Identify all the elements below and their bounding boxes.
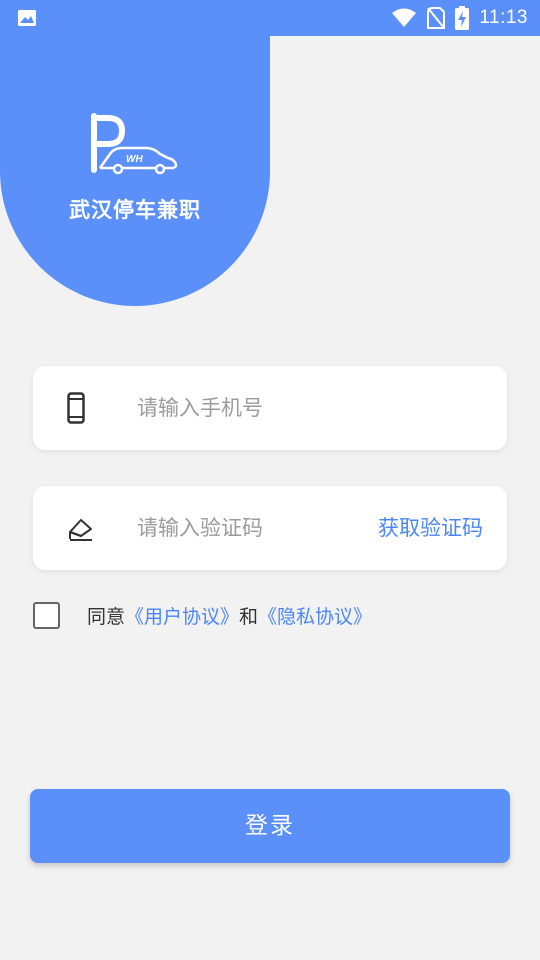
- phone-input[interactable]: [137, 388, 357, 428]
- app-name: 武汉停车兼职: [69, 198, 201, 222]
- agreement-checkbox[interactable]: [33, 601, 60, 629]
- logo-text: WH: [126, 154, 143, 165]
- user-agreement-link[interactable]: 《用户协议》: [125, 606, 239, 628]
- phone-icon: [67, 392, 85, 424]
- wifi-icon: [392, 8, 417, 27]
- battery-charging-icon: [455, 6, 470, 30]
- login-button[interactable]: 登录: [30, 789, 510, 863]
- verification-code-input[interactable]: [137, 508, 357, 548]
- agreement-conjunction: 和: [239, 605, 259, 628]
- login-screen: WH 武汉停车兼职 11:13 请输入手机号 请输入验证码 获取验证码 同意《用…: [0, 0, 540, 960]
- parking-car-logo-icon: WH: [91, 113, 178, 175]
- get-code-button[interactable]: 获取验证码: [378, 512, 483, 544]
- gallery-icon: [18, 10, 36, 26]
- agreement-row: 同意《用户协议》和《隐私协议》: [33, 600, 372, 630]
- privacy-agreement-link[interactable]: 《隐私协议》: [258, 606, 372, 628]
- envelope-icon: [69, 519, 92, 541]
- hero-header: WH 武汉停车兼职: [0, 0, 270, 306]
- no-sim-icon: [427, 7, 446, 29]
- status-time: 11:13: [479, 7, 528, 28]
- phone-field-card: [33, 366, 507, 450]
- agreement-prefix: 同意: [87, 605, 126, 628]
- agreement-text: 同意《用户协议》和《隐私协议》: [87, 602, 372, 629]
- code-field-card: 获取验证码: [33, 486, 507, 570]
- status-bar: 11:13: [0, 0, 540, 36]
